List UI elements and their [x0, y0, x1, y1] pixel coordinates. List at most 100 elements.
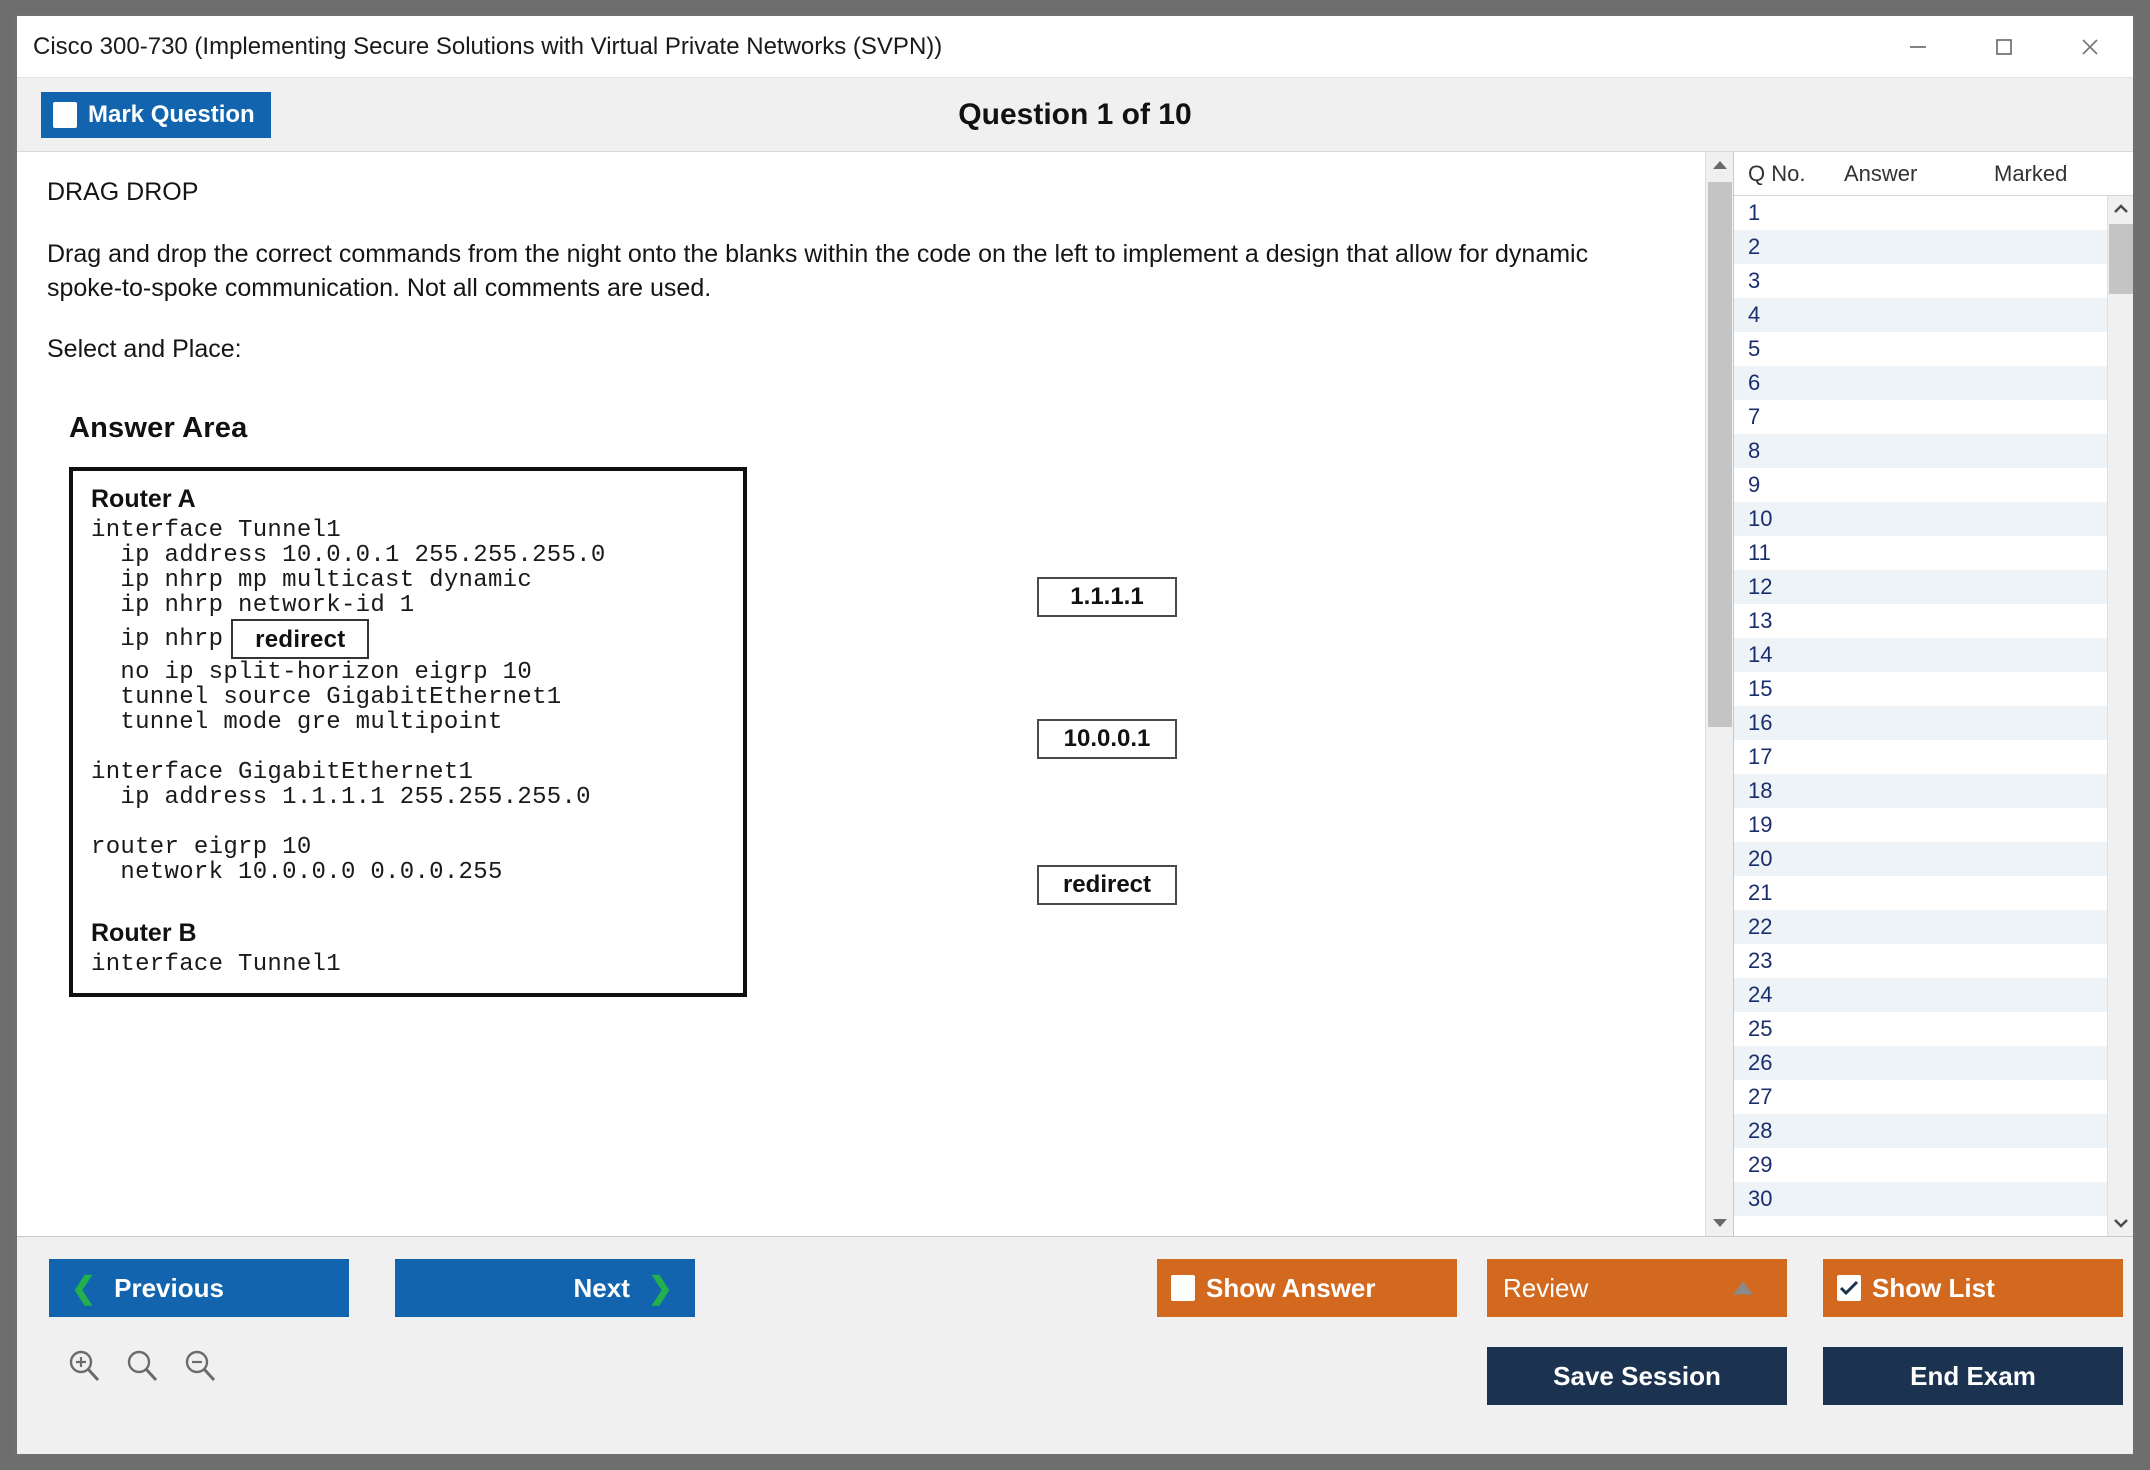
scroll-up-arrow-icon[interactable]: [1706, 152, 1733, 178]
chevron-left-icon: ❮: [71, 1271, 96, 1306]
table-row[interactable]: 20: [1734, 842, 2107, 876]
list-scrollbar-thumb[interactable]: [2109, 224, 2133, 294]
table-row[interactable]: 10: [1734, 502, 2107, 536]
code-line: tunnel mode gre multipoint: [91, 710, 743, 735]
cell-qno: 5: [1734, 336, 1840, 362]
save-session-button[interactable]: Save Session: [1487, 1347, 1787, 1405]
show-answer-button[interactable]: Show Answer: [1157, 1259, 1457, 1317]
code-line: ip nhrp network-id 1: [91, 593, 743, 618]
cell-qno: 29: [1734, 1152, 1840, 1178]
cell-qno: 2: [1734, 234, 1840, 260]
next-label: Next: [574, 1273, 630, 1304]
scrollbar-thumb[interactable]: [1708, 182, 1732, 727]
table-row[interactable]: 9: [1734, 468, 2107, 502]
table-row[interactable]: 7: [1734, 400, 2107, 434]
router-b-label: Router B: [91, 921, 743, 946]
cell-qno: 8: [1734, 438, 1840, 464]
table-row[interactable]: 12: [1734, 570, 2107, 604]
cell-qno: 13: [1734, 608, 1840, 634]
drop-target-blank[interactable]: redirect: [231, 619, 369, 659]
cell-qno: 3: [1734, 268, 1840, 294]
table-row[interactable]: 14: [1734, 638, 2107, 672]
table-row[interactable]: 5: [1734, 332, 2107, 366]
list-scroll-down-icon[interactable]: [2108, 1210, 2133, 1236]
table-row[interactable]: 1: [1734, 196, 2107, 230]
next-button[interactable]: Next ❯: [395, 1259, 695, 1317]
cell-qno: 1: [1734, 200, 1840, 226]
column-header-qno: Q No.: [1734, 161, 1844, 187]
table-row[interactable]: 3: [1734, 264, 2107, 298]
mark-question-button[interactable]: Mark Question: [41, 92, 271, 138]
review-dropdown-button[interactable]: Review: [1487, 1259, 1787, 1317]
table-row[interactable]: 29: [1734, 1148, 2107, 1182]
table-row[interactable]: 8: [1734, 434, 2107, 468]
table-row[interactable]: 27: [1734, 1080, 2107, 1114]
table-row[interactable]: 4: [1734, 298, 2107, 332]
table-row[interactable]: 30: [1734, 1182, 2107, 1216]
table-row[interactable]: 25: [1734, 1012, 2107, 1046]
answer-area-code-box[interactable]: Router A interface Tunnel1 ip address 10…: [69, 467, 747, 997]
table-row[interactable]: 22: [1734, 910, 2107, 944]
table-row[interactable]: 26: [1734, 1046, 2107, 1080]
drag-item-1[interactable]: 10.0.0.1: [1037, 719, 1177, 759]
page-title: Question 1 of 10: [17, 98, 2133, 132]
cell-qno: 12: [1734, 574, 1840, 600]
end-exam-button[interactable]: End Exam: [1823, 1347, 2123, 1405]
maximize-button[interactable]: [1961, 16, 2047, 77]
table-row[interactable]: 16: [1734, 706, 2107, 740]
table-row[interactable]: 28: [1734, 1114, 2107, 1148]
drag-item-0[interactable]: 1.1.1.1: [1037, 577, 1177, 617]
table-row[interactable]: 15: [1734, 672, 2107, 706]
router-b-config: interface Tunnel1: [91, 952, 743, 977]
table-row[interactable]: 18: [1734, 774, 2107, 808]
footer-toolbar: ❮ Previous Next ❯ Show Answer Review: [17, 1236, 2133, 1454]
question-list-panel: Q No. Answer Marked 12345678910111213141…: [1733, 152, 2133, 1236]
table-row[interactable]: 6: [1734, 366, 2107, 400]
question-list-scrollbar[interactable]: [2107, 196, 2133, 1236]
list-scroll-up-icon[interactable]: [2108, 196, 2133, 222]
code-line: ip nhrp mp multicast dynamic: [91, 568, 743, 593]
show-list-label: Show List: [1872, 1273, 1995, 1304]
code-blank-line: [91, 810, 743, 835]
table-row[interactable]: 24: [1734, 978, 2107, 1012]
show-list-button[interactable]: Show List: [1823, 1259, 2123, 1317]
show-list-checkbox[interactable]: [1837, 1275, 1861, 1301]
zoom-in-icon[interactable]: [65, 1347, 103, 1390]
question-pane-scrollbar[interactable]: [1705, 152, 1733, 1236]
cell-qno: 16: [1734, 710, 1840, 736]
mark-question-checkbox[interactable]: [53, 102, 77, 128]
drag-item-2[interactable]: redirect: [1037, 865, 1177, 905]
table-row[interactable]: 17: [1734, 740, 2107, 774]
cell-qno: 14: [1734, 642, 1840, 668]
header-bar: Mark Question Question 1 of 10: [17, 78, 2133, 152]
show-answer-checkbox[interactable]: [1171, 1275, 1195, 1301]
zoom-out-icon[interactable]: [181, 1347, 219, 1390]
zoom-controls: [65, 1347, 219, 1390]
zoom-reset-icon[interactable]: [123, 1347, 161, 1390]
cell-qno: 19: [1734, 812, 1840, 838]
body-area: DRAG DROP Drag and drop the correct comm…: [17, 152, 2133, 1236]
table-row[interactable]: 2: [1734, 230, 2107, 264]
scroll-down-arrow-icon[interactable]: [1706, 1210, 1733, 1236]
mark-question-label: Mark Question: [88, 101, 255, 129]
table-row[interactable]: 19: [1734, 808, 2107, 842]
close-button[interactable]: [2047, 16, 2133, 77]
cell-qno: 27: [1734, 1084, 1840, 1110]
table-row[interactable]: 23: [1734, 944, 2107, 978]
drag-item-label: 1.1.1.1: [1070, 583, 1143, 611]
table-row[interactable]: 13: [1734, 604, 2107, 638]
previous-button[interactable]: ❮ Previous: [49, 1259, 349, 1317]
table-row[interactable]: 21: [1734, 876, 2107, 910]
minimize-button[interactable]: [1875, 16, 1961, 77]
window-controls: [1875, 16, 2133, 77]
table-row[interactable]: 11: [1734, 536, 2107, 570]
cell-qno: 28: [1734, 1118, 1840, 1144]
code-line: network 10.0.0.0 0.0.0.255: [91, 860, 743, 885]
drop-target-prefix: ip nhrp: [91, 627, 223, 652]
drop-target-row[interactable]: ip nhrp redirect: [91, 618, 743, 660]
cell-qno: 10: [1734, 506, 1840, 532]
code-line: ip address 1.1.1.1 255.255.255.0: [91, 785, 743, 810]
router-a-config-pre: interface Tunnel1 ip address 10.0.0.1 25…: [91, 518, 743, 618]
question-prompt: Drag and drop the correct commands from …: [47, 237, 1637, 305]
code-line: interface Tunnel1: [91, 518, 743, 543]
